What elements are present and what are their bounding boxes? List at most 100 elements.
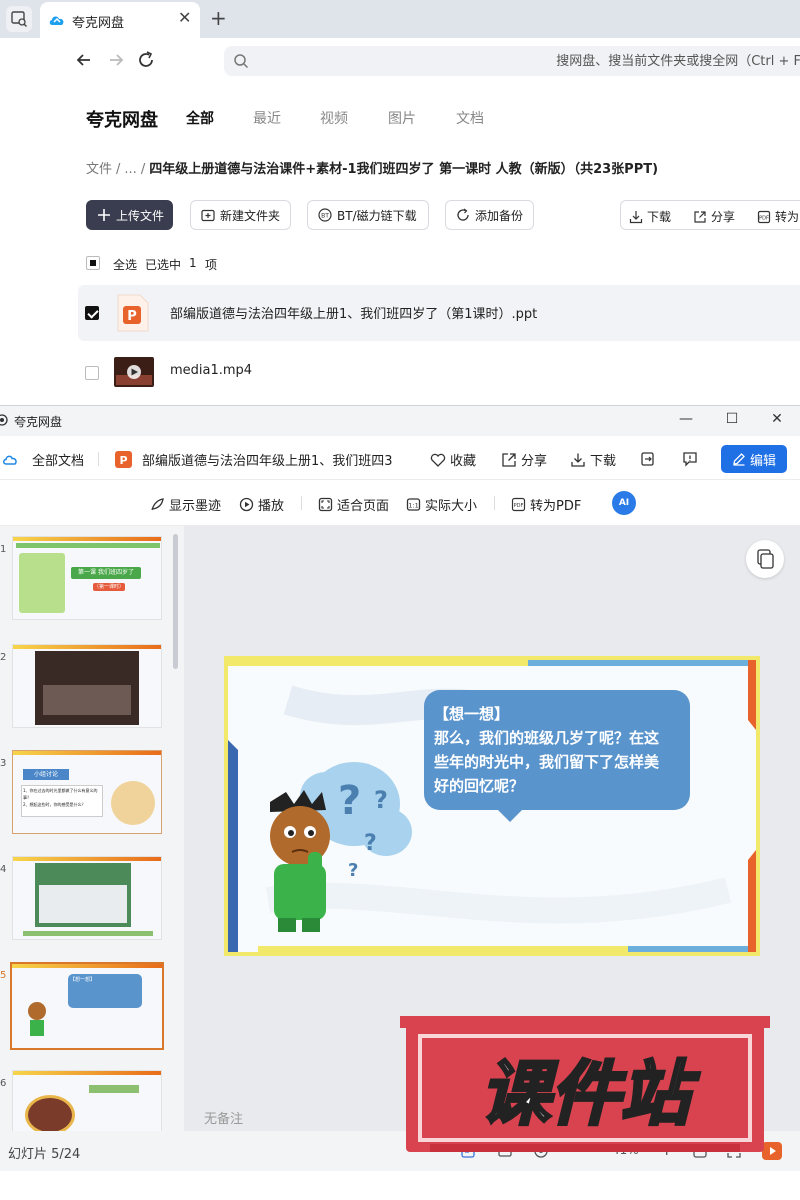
fit-page-button[interactable]: 适合页面 (318, 495, 389, 514)
subtoolbar-divider (494, 496, 495, 510)
viewer-download-label: 下载 (590, 454, 617, 469)
selected-unit: 项 (205, 258, 218, 272)
viewer-share-button[interactable]: 分享 (501, 450, 547, 469)
breadcrumb-root[interactable]: 文件 (86, 162, 112, 177)
slide-notes[interactable]: 无备注 (204, 1108, 243, 1127)
show-ink-button[interactable]: 显示墨迹 (150, 495, 221, 514)
slide-thumbnail[interactable]: 第一课 我们班四岁了 （第一课时） (12, 536, 162, 620)
slide-thumbnail-active[interactable]: 【想一想】 (10, 962, 164, 1050)
minimize-icon[interactable]: — (676, 411, 696, 431)
slide-thumbnail[interactable]: 小组讨论 1、你在过去的时光里都做了什么有意义的事？ 2、想起这些时，你的感受是… (12, 750, 162, 834)
viewer-download-button[interactable]: 下载 (570, 450, 616, 469)
share-button[interactable]: 分享 (693, 208, 735, 225)
bubble-text-line: 那么，我们的班级几岁了呢？在这 (434, 729, 660, 747)
breadcrumb-ellipsis[interactable]: ... (124, 162, 136, 177)
thumbnail-border (13, 857, 161, 861)
browser-tab-active[interactable]: 夸克网盘 ✕ (40, 2, 200, 38)
show-ink-label: 显示墨迹 (169, 499, 222, 514)
nav-tab-recent[interactable]: 最近 (253, 108, 281, 128)
fit-page-icon (318, 497, 333, 512)
favorite-label: 收藏 (450, 454, 477, 469)
slide-thumbnail[interactable] (12, 644, 162, 728)
thumbnail-border (12, 964, 162, 968)
select-all-label[interactable]: 全选 (113, 256, 137, 273)
video-thumbnail-icon (114, 357, 154, 387)
nav-tab-all[interactable]: 全部 (186, 108, 214, 128)
download-icon (629, 210, 643, 224)
slide-thumbnail-panel: 1 第一课 我们班四岁了 （第一课时） 2 3 小组讨论 1、你在过去的时光里都… (0, 526, 184, 1131)
export-icon[interactable] (640, 451, 656, 467)
thinking-boy-icon: ? ? ? ? (270, 762, 412, 932)
forward-arrow-icon[interactable] (104, 48, 128, 72)
slide-thumbnail[interactable] (12, 1070, 162, 1131)
ppt-file-icon: P (117, 294, 149, 332)
bt-download-button[interactable]: BT BT/磁力链下载 (307, 200, 429, 230)
search-box[interactable] (224, 46, 800, 76)
actual-size-button[interactable]: 1:1 实际大小 (406, 495, 477, 514)
upload-button[interactable]: 上传文件 (86, 200, 173, 230)
thumbnail-caption: 第一课 我们班四岁了 (71, 567, 141, 579)
thumbnail-footer-band (23, 931, 153, 936)
nav-tab-video[interactable]: 视频 (320, 108, 348, 128)
thumbnail-border (13, 1071, 161, 1075)
edit-button[interactable]: 编辑 (721, 445, 787, 473)
file-name[interactable]: media1.mp4 (170, 363, 252, 378)
back-arrow-icon[interactable] (72, 48, 96, 72)
refresh-icon[interactable] (134, 48, 158, 72)
ai-assistant-button[interactable]: AI (612, 491, 636, 515)
search-input[interactable] (258, 46, 800, 76)
pdf-icon: PDF (511, 497, 526, 512)
convert-button[interactable]: PDF 转为 (757, 208, 799, 225)
new-folder-label: 新建文件夹 (220, 208, 281, 223)
thinking-speech-bubble: 【想一想】 那么，我们的班级几岁了呢？在这 些年的时光中，我们留下了怎样美 好的… (424, 690, 690, 810)
convert-label: 转为 (775, 210, 800, 224)
thumbnail-photo (25, 1095, 75, 1131)
tab-close-icon[interactable]: ✕ (178, 8, 196, 27)
svg-text:P: P (119, 454, 127, 467)
download-icon (570, 452, 586, 468)
viewer-subtoolbar: 显示墨迹 播放 适合页面 1:1 实际大小 PDF 转为PDF AI (0, 480, 800, 526)
backup-refresh-icon (456, 208, 470, 222)
new-tab-icon[interactable]: + (210, 6, 227, 30)
browser-tab-bar: 夸克网盘 ✕ + (0, 0, 800, 38)
thumbnail-header-band (89, 1085, 139, 1093)
file-checkbox[interactable] (85, 306, 99, 320)
copy-icon[interactable] (746, 540, 784, 578)
file-name[interactable]: 部编版道德与法治四年级上册1、我们班四岁了（第1课时）.ppt (170, 303, 537, 322)
viewer-share-label: 分享 (521, 454, 548, 469)
cloud-icon (2, 452, 18, 468)
all-documents-button[interactable]: 全部文档 (2, 450, 84, 469)
thumbnail-caption: 小组讨论 (23, 769, 69, 780)
thumbnail-number: 4 (0, 864, 7, 875)
bubble-text-line: 好的回忆呢？ (434, 777, 525, 795)
feedback-icon[interactable] (682, 451, 698, 467)
file-row[interactable]: P 部编版道德与法治四年级上册1、我们班四岁了（第1课时）.ppt (78, 285, 800, 341)
svg-text:BT: BT (321, 213, 329, 220)
viewer-titlebar: 夸克网盘 — ☐ ✕ (0, 406, 800, 436)
thumbnail-question: 1、你在过去的时光里都做了什么有意义的事？ (23, 788, 98, 800)
bt-download-label: BT/磁力链下载 (337, 208, 417, 223)
tab-search-icon[interactable] (6, 6, 32, 32)
thumbnail-border (13, 751, 161, 755)
thumbnail-scrollbar[interactable] (173, 534, 178, 669)
slide-thumbnail[interactable] (12, 856, 162, 940)
nav-tab-document[interactable]: 文档 (456, 108, 484, 128)
thumbnail-header-band (16, 543, 160, 548)
thumbnail-number: 1 (0, 544, 7, 555)
actual-size-label: 实际大小 (425, 499, 478, 514)
play-button[interactable]: 播放 (239, 495, 284, 514)
nav-tab-image[interactable]: 图片 (388, 108, 416, 128)
file-row[interactable]: media1.mp4 (78, 345, 800, 401)
current-document-tab[interactable]: P 部编版道德与法治四年级上册1、我们班四3 (115, 450, 409, 469)
maximize-icon[interactable]: ☐ (722, 411, 742, 431)
close-icon[interactable]: ✕ (767, 411, 787, 431)
file-checkbox[interactable] (85, 366, 99, 380)
select-all-checkbox[interactable] (86, 256, 100, 270)
favorite-button[interactable]: 收藏 (430, 450, 476, 469)
convert-pdf-button[interactable]: PDF 转为PDF (511, 495, 581, 514)
download-button[interactable]: 下载 (629, 208, 671, 225)
add-backup-button[interactable]: 添加备份 (445, 200, 534, 230)
new-folder-button[interactable]: 新建文件夹 (190, 200, 291, 230)
bt-icon: BT (318, 208, 332, 222)
svg-text:?: ? (338, 778, 361, 824)
